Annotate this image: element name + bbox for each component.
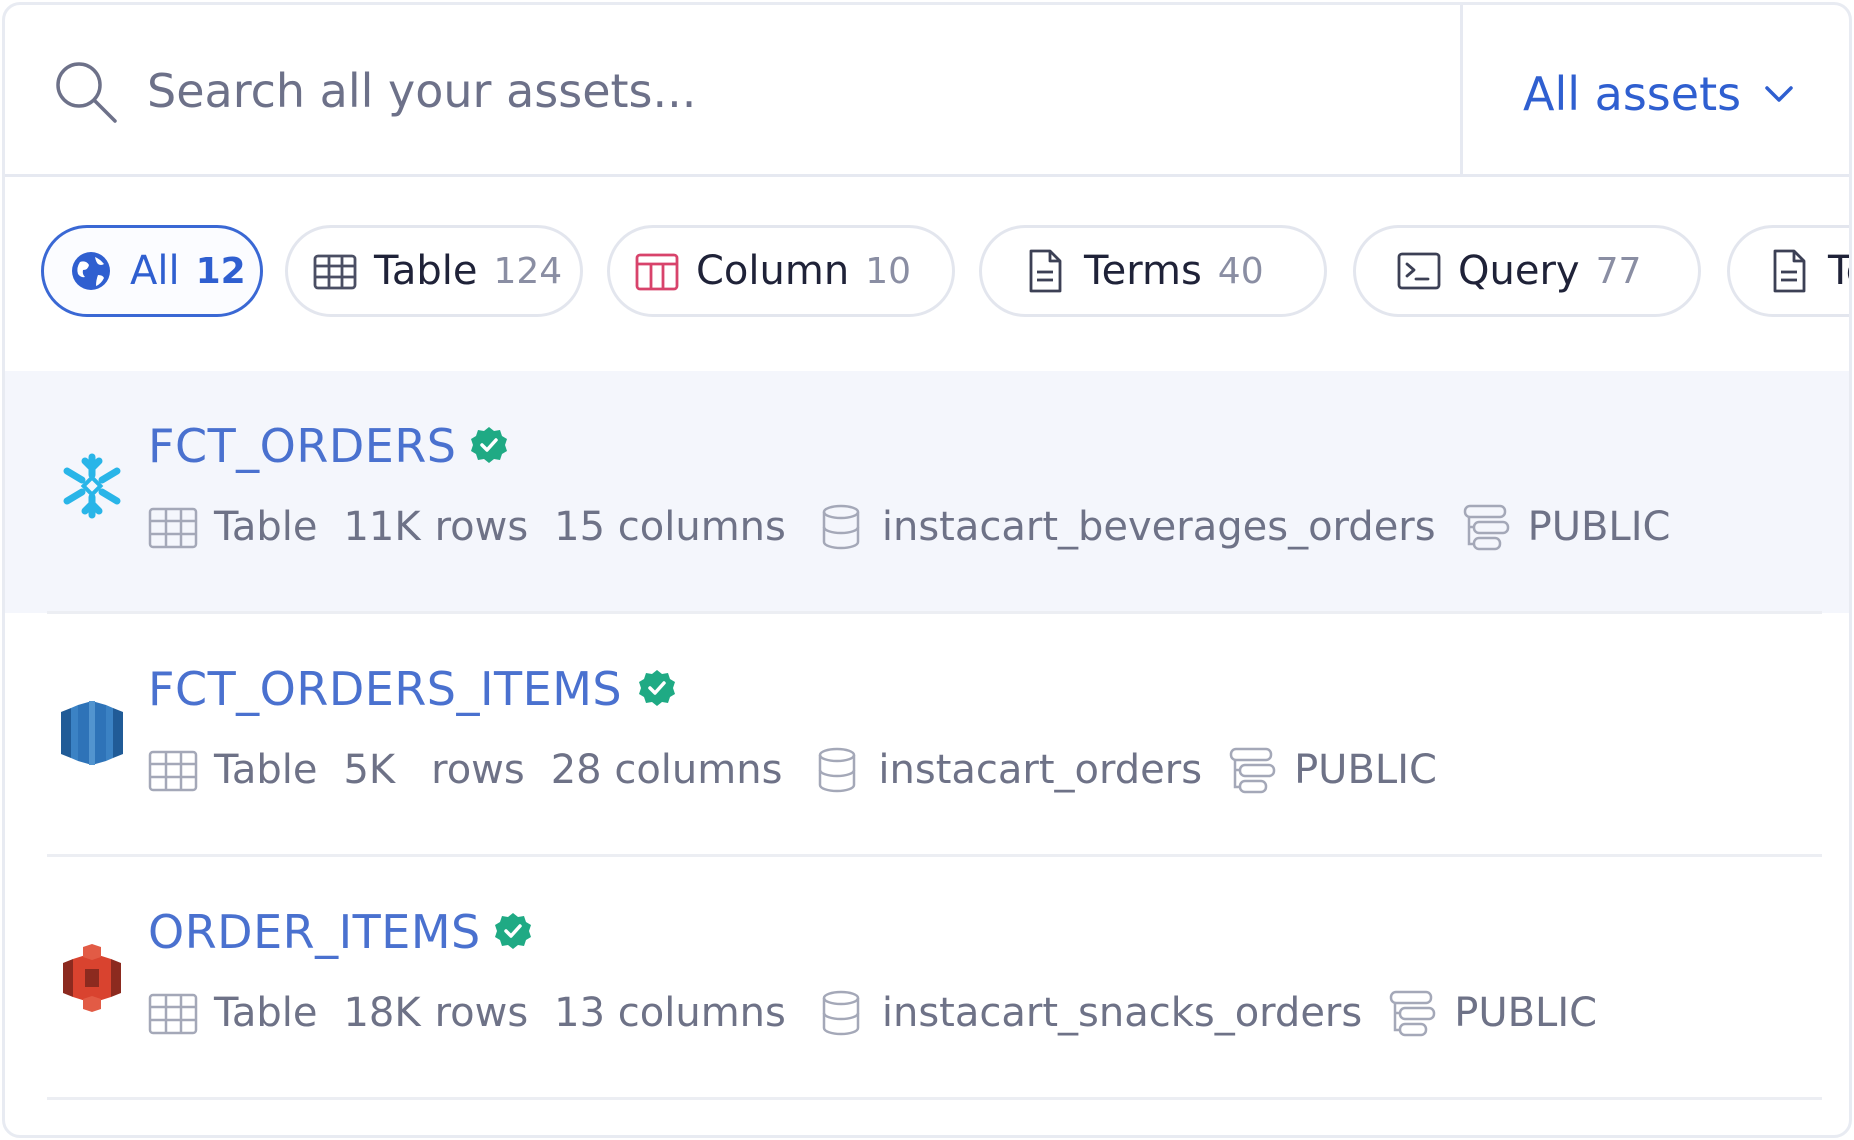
result-title[interactable]: FCT_ORDERS_ITEMS — [148, 662, 622, 716]
snowflake-icon — [63, 453, 121, 519]
filter-chip-label: All — [130, 248, 180, 294]
column-count: 15 columns — [554, 504, 786, 550]
schema-name: PUBLIC — [1527, 504, 1671, 550]
filter-chip-count: 124 — [493, 250, 563, 292]
redshift-icon — [61, 701, 123, 765]
database-icon — [822, 990, 860, 1036]
filter-chip-label: Query — [1458, 248, 1580, 294]
schema-name: PUBLIC — [1294, 747, 1437, 793]
column-icon — [635, 253, 679, 291]
filter-chip-count: 10 — [865, 250, 911, 292]
filter-chip-partial[interactable]: Te — [1727, 225, 1849, 317]
database-name: instacart_snacks_orders — [881, 990, 1363, 1036]
asset-type: Table — [214, 504, 318, 550]
filter-chip-row: All 12 Table 124 Column 10 Terms 40 Quer… — [5, 225, 1849, 325]
filter-chip-all[interactable]: All 12 — [41, 225, 263, 317]
result-title[interactable]: FCT_ORDERS — [148, 419, 457, 473]
asset-scope-label: All assets — [1523, 67, 1742, 121]
row-count: 18K — [343, 990, 421, 1036]
filter-chip-count: 12 — [195, 250, 246, 292]
search-divider — [1460, 5, 1463, 177]
document-icon — [1773, 249, 1806, 293]
database-name: instacart_beverages_orders — [881, 504, 1436, 550]
filter-chip-column[interactable]: Column 10 — [607, 225, 955, 317]
table-icon — [148, 750, 198, 792]
result-row-fct-orders[interactable]: FCT_ORDERS Table 11K rows 15 columns ins… — [5, 371, 1849, 613]
schema-icon — [1229, 747, 1276, 794]
table-icon — [313, 254, 357, 290]
row-count: 11K — [343, 504, 421, 550]
database-name: instacart_orders — [878, 747, 1203, 793]
row-divider — [47, 1097, 1822, 1100]
row-count-label: rows — [434, 504, 529, 550]
result-meta: Table 18K rows 13 columns instacart_snac… — [148, 985, 1597, 1041]
verified-badge-icon — [639, 670, 675, 706]
filter-chip-terms[interactable]: Terms 40 — [979, 225, 1327, 317]
row-count-label: rows — [434, 990, 529, 1036]
result-row-order-items[interactable]: ORDER_ITEMS Table 18K rows 13 columns in… — [5, 857, 1849, 1099]
row-count: 5K — [343, 747, 396, 793]
search-input[interactable] — [147, 53, 1397, 129]
result-meta: Table 5K rows 28 columns instacart_order… — [148, 742, 1437, 798]
verified-badge-icon — [471, 427, 507, 463]
filter-chip-count: 40 — [1217, 250, 1264, 292]
filter-chip-label: Terms — [1084, 248, 1202, 294]
schema-icon — [1463, 504, 1509, 551]
filter-chip-label: Column — [696, 248, 850, 294]
database-icon — [819, 747, 856, 793]
globe-icon — [72, 252, 110, 290]
column-count: 13 columns — [554, 990, 786, 1036]
row-count-label: rows — [431, 747, 525, 793]
asset-type: Table — [214, 747, 318, 793]
asset-search-panel: All assets All 12 Table — [2, 2, 1852, 1138]
document-icon — [1029, 249, 1062, 293]
database-icon — [822, 504, 860, 550]
schema-name: PUBLIC — [1454, 990, 1598, 1036]
filter-chip-query[interactable]: Query 77 — [1353, 225, 1701, 317]
filter-chip-label: Te — [1828, 248, 1849, 294]
schema-icon — [1389, 990, 1436, 1037]
filter-chip-label: Table — [374, 248, 478, 294]
table-icon — [148, 993, 198, 1035]
search-icon — [56, 62, 117, 123]
search-bar: All assets — [5, 5, 1849, 177]
table-icon — [148, 507, 198, 549]
result-title[interactable]: ORDER_ITEMS — [148, 905, 481, 959]
verified-badge-icon — [495, 913, 531, 949]
result-row-fct-orders-items[interactable]: FCT_ORDERS_ITEMS Table 5K rows 28 column… — [5, 614, 1849, 856]
terminal-icon — [1397, 252, 1441, 290]
column-count: 28 columns — [550, 747, 783, 793]
asset-scope-dropdown[interactable]: All assets — [1523, 59, 1797, 129]
filter-chip-table[interactable]: Table 124 — [285, 225, 583, 317]
filter-chip-count: 77 — [1595, 250, 1642, 292]
asset-type: Table — [214, 990, 318, 1036]
s3-icon — [63, 944, 121, 1012]
result-meta: Table 11K rows 15 columns instacart_beve… — [148, 499, 1670, 555]
chevron-down-icon — [1765, 86, 1793, 102]
